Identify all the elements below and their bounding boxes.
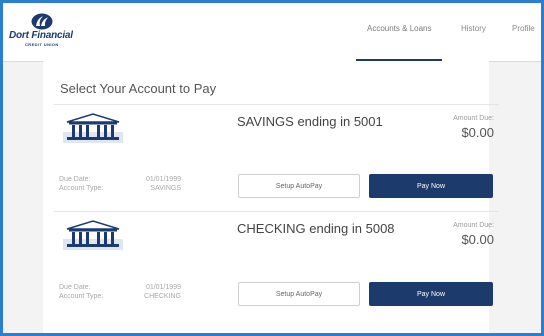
page-title: Select Your Account to Pay (60, 81, 217, 96)
account-title: SAVINGS ending in 5001 (237, 114, 383, 129)
account-card-savings: SAVINGS ending in 5001 Amount Due: $0.00… (43, 104, 499, 202)
pay-now-button[interactable]: Pay Now (369, 174, 493, 198)
nav-accounts-loans[interactable]: Accounts & Loans (367, 24, 431, 33)
bank-icon (63, 113, 123, 143)
brand-tagline: CREDIT UNION (25, 42, 59, 47)
pay-now-button[interactable]: Pay Now (369, 282, 493, 306)
account-type-value: SAVINGS (150, 185, 181, 192)
amount-due-value: $0.00 (461, 125, 494, 140)
top-header: Dort Financial CREDIT UNION Accounts & L… (3, 3, 541, 62)
setup-autopay-button[interactable]: Setup AutoPay (238, 174, 360, 198)
brand-name: Dort Financial (9, 30, 73, 41)
pay-account-panel: Select Your Account to Pay SAVINGS endin… (43, 61, 499, 333)
nav-history[interactable]: History (461, 24, 486, 33)
bank-icon (63, 220, 123, 250)
logo-mark-icon (31, 13, 53, 30)
card-divider (54, 211, 499, 212)
nav-profile[interactable]: Profile (512, 24, 535, 33)
brand-logo[interactable]: Dort Financial CREDIT UNION (9, 13, 79, 49)
card-divider (54, 104, 499, 105)
account-type-value: CHECKING (144, 293, 181, 300)
account-title: CHECKING ending in 5008 (237, 221, 395, 236)
setup-autopay-button[interactable]: Setup AutoPay (238, 282, 360, 306)
due-date-value: 01/01/1999 (145, 284, 181, 291)
app-window: Dort Financial CREDIT UNION Accounts & L… (3, 3, 541, 333)
amount-due-label: Amount Due: (453, 222, 494, 229)
account-type-label: Account Type: (59, 293, 104, 300)
amount-due-value: $0.00 (461, 232, 494, 247)
amount-due-label: Amount Due: (453, 115, 494, 122)
due-date-label: Due Date: (59, 284, 91, 291)
account-type-label: Account Type: (59, 185, 104, 192)
account-card-checking: CHECKING ending in 5008 Amount Due: $0.0… (43, 211, 499, 309)
due-date-label: Due Date: (59, 176, 91, 183)
due-date-value: 01/01/1999 (145, 176, 181, 183)
